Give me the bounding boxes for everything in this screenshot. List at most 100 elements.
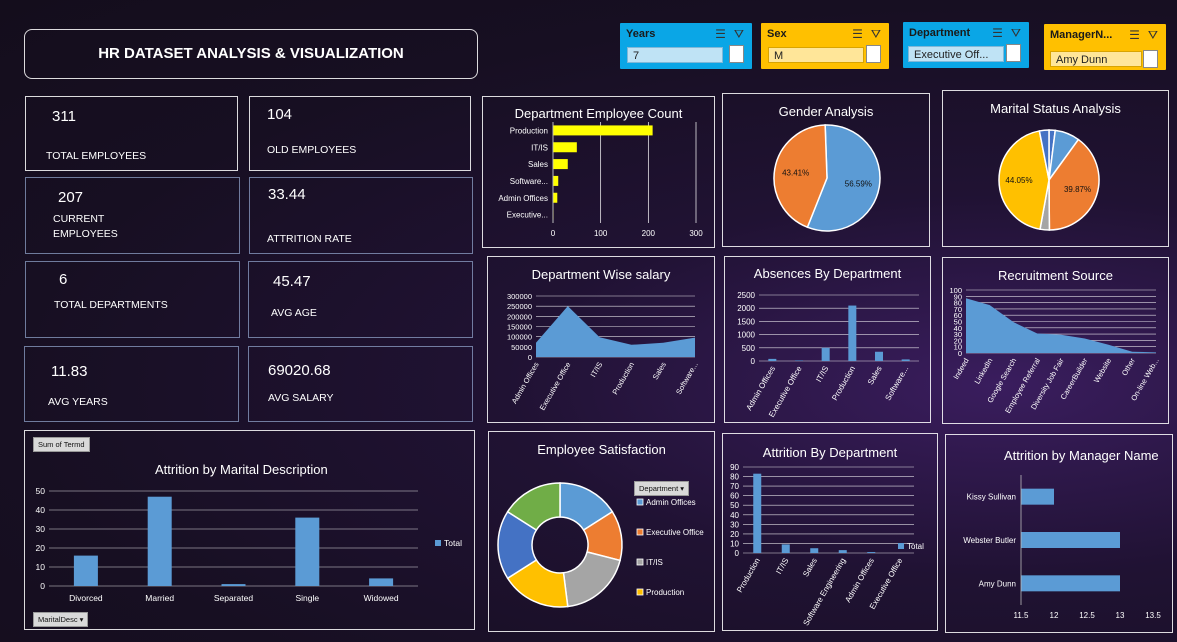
kpi-old-employees: 104 OLD EMPLOYEES — [249, 96, 471, 171]
slicer-department[interactable]: Department ☰ ⛛ Executive Off... — [903, 22, 1029, 68]
kpi-value: 207 — [58, 189, 84, 206]
bar — [810, 548, 819, 553]
category-label: Married — [145, 593, 174, 603]
tick-label: 20 — [36, 543, 46, 553]
clear-filter-icon[interactable]: ⛛ — [871, 27, 881, 42]
kpi-value: 311 — [52, 108, 76, 125]
tick-label: 12.5 — [1079, 611, 1095, 620]
multi-select-icon[interactable]: ☰ — [852, 27, 863, 42]
category-label: Sales — [801, 557, 819, 579]
tick-label: 250000 — [507, 302, 532, 311]
pie-slice — [562, 551, 621, 608]
kpi-value: 6 — [59, 271, 68, 288]
tick-label: 13.5 — [1145, 611, 1161, 620]
bar — [768, 358, 777, 361]
panel-gender: Gender Analysis 56.59% 43.41% — [722, 93, 930, 247]
tick-label: 100 — [949, 286, 962, 295]
bar — [821, 347, 830, 361]
kpi-value: 45.47 — [273, 273, 311, 290]
slicer-value[interactable]: M — [768, 47, 864, 63]
kpi-avg-years: 11.83 AVG YEARS — [24, 346, 239, 422]
slicer-value[interactable]: 7 — [627, 47, 723, 63]
panel-absences: Absences By Department 0 500 1000 1500 2000 2… — [724, 256, 931, 423]
slicer-title: ManagerN... — [1050, 29, 1113, 41]
category-label: Sales — [528, 160, 548, 169]
tick-label: 1500 — [737, 317, 755, 326]
legend-swatch — [636, 558, 644, 566]
tick-label: 80 — [730, 473, 739, 482]
bar — [553, 192, 558, 203]
kpi-total-employees: 311 TOTAL EMPLOYEES — [25, 96, 238, 171]
bar — [1021, 488, 1054, 505]
absences-chart: 05001000150020002500Admin OfficesExecuti… — [737, 291, 919, 419]
kpi-label: ATTRITION RATE — [267, 233, 352, 245]
tick-label: 0 — [40, 581, 45, 591]
category-label: Production — [735, 557, 762, 595]
panel-attr-dept: Attrition By Department 0 10 20 30 40 50 60 70 8… — [722, 433, 938, 631]
tick-label: 11.5 — [1014, 611, 1030, 620]
tick-label: 20 — [730, 530, 739, 539]
category-label: Other — [1120, 356, 1137, 377]
legend-label: Total — [444, 538, 462, 548]
category-label: IT/IS — [774, 557, 790, 576]
kpi-label: TOTAL DEPARTMENTS — [54, 299, 168, 311]
slicer-title: Years — [626, 28, 656, 40]
tick-label: 50000 — [511, 343, 532, 352]
slicer-value[interactable]: Executive Off... — [908, 46, 1004, 62]
attr-manager-chart: 11.5 12 12.5 13 13.5 Kissy Sullivan Webster Bu… — [963, 475, 1161, 620]
slicer-value[interactable]: Amy Dunn — [1050, 51, 1142, 67]
multi-select-icon[interactable]: ☰ — [992, 26, 1003, 41]
kpi-total-departments: 6 TOTAL DEPARTMENTS — [25, 261, 240, 338]
bar — [901, 359, 910, 361]
slicer-manager[interactable]: ManagerN... ☰ ⛛ Amy Dunn — [1044, 24, 1166, 70]
slicer-scroll[interactable] — [729, 45, 744, 63]
clear-filter-icon[interactable]: ⛛ — [734, 27, 744, 42]
kpi-current-employees: 207 CURRENT EMPLOYEES — [25, 177, 240, 254]
kpi-label: TOTAL EMPLOYEES — [46, 150, 147, 162]
bar — [553, 159, 568, 170]
attr-marital-chart: 0 10 20 30 40 50 Divorced Married Separated Singl… — [36, 486, 463, 603]
clear-filter-icon[interactable]: ⛛ — [1011, 26, 1021, 41]
legend-label: Production — [646, 588, 684, 597]
category-label: Indeed — [951, 357, 970, 381]
gender-chart: 56.59% 43.41% — [773, 124, 881, 232]
department-filter-button[interactable]: Department ▾ — [634, 481, 690, 496]
legend-swatch — [636, 528, 644, 536]
slicer-scroll[interactable] — [866, 45, 881, 63]
clear-filter-icon[interactable]: ⛛ — [1148, 28, 1158, 43]
category-label: Separated — [214, 593, 253, 603]
multi-select-icon[interactable]: ☰ — [715, 27, 726, 42]
kpi-avg-salary: 69020.68 AVG SALARY — [248, 346, 473, 422]
category-label: Executive... — [507, 211, 548, 220]
legend-swatch — [636, 588, 644, 596]
tick-label: 2500 — [737, 291, 755, 300]
panel-attr-marital: Sum of Termd Attrition by Marital Descri… — [24, 430, 475, 630]
panel-attr-manager: Attrition by Manager Name 11.5 12 12.5 13 13… — [945, 434, 1173, 633]
marital-desc-button[interactable]: MaritalDesc ▾ — [33, 612, 89, 627]
tick-label: 70 — [730, 482, 739, 491]
category-label: Kissy Sullivan — [967, 493, 1016, 502]
slicer-sex[interactable]: Sex ☰ ⛛ M — [761, 23, 889, 69]
slicer-scroll[interactable] — [1006, 44, 1021, 62]
category-label: Sales — [651, 360, 668, 381]
category-label: LinkedIn — [973, 357, 995, 386]
tick-label: 100 — [594, 229, 608, 238]
slicer-years[interactable]: Years ☰ ⛛ 7 — [620, 23, 752, 69]
tick-label: 0 — [551, 229, 556, 238]
panel-dept-count: Department Employee Count 0 100 200 300 Prod… — [482, 96, 715, 248]
recruitment-chart: 0102030405060708090100Indeed LinkedInGoog… — [949, 286, 1160, 415]
kpi-value: 33.44 — [268, 186, 306, 203]
bar — [147, 496, 172, 586]
tick-label: 40 — [36, 505, 46, 515]
tick-label: 300 — [689, 229, 703, 238]
panel-marital: Marital Status Analysis 39.87% 44.05% — [942, 90, 1169, 247]
kpi-value: 104 — [267, 106, 293, 123]
multi-select-icon[interactable]: ☰ — [1129, 28, 1140, 43]
panel-dept-salary: Department Wise salary 0 50000 100000 15000… — [487, 256, 715, 423]
slicer-scroll[interactable] — [1143, 50, 1158, 68]
legend-label: Executive Office — [646, 528, 704, 537]
slicer-title: Department — [909, 27, 971, 39]
category-label: Software... — [674, 361, 700, 397]
tick-label: 0 — [735, 549, 740, 558]
tick-label: 1000 — [737, 331, 755, 340]
